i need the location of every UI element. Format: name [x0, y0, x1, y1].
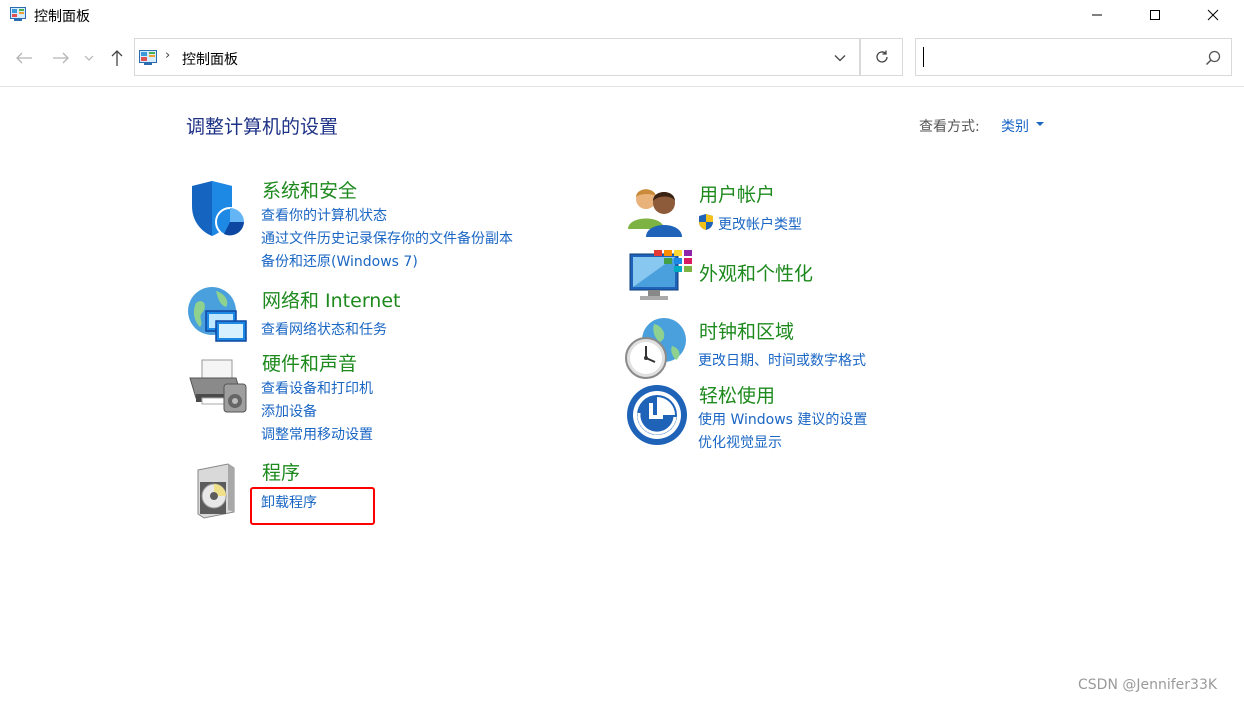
view-by-dropdown[interactable]: 类别 [1001, 116, 1029, 136]
category-network-internet[interactable]: 网络和 Internet [262, 286, 400, 313]
shield-icon[interactable] [186, 178, 250, 242]
link-view-computer-status[interactable]: 查看你的计算机状态 [261, 205, 387, 225]
title-bar: 控制面板 [0, 0, 1244, 30]
minimize-button[interactable] [1068, 0, 1126, 30]
dropdown-arrow-icon[interactable] [1036, 122, 1044, 126]
watermark-text: CSDN @Jennifer33K [1078, 677, 1218, 693]
link-date-time-format[interactable]: 更改日期、时间或数字格式 [698, 350, 866, 370]
programs-disc-icon[interactable] [190, 460, 254, 524]
arrow-right-icon [53, 52, 69, 64]
control-panel-icon [139, 50, 157, 65]
users-icon[interactable] [626, 183, 690, 247]
view-by-label: 查看方式: [919, 119, 980, 135]
link-file-history-backup[interactable]: 通过文件历史记录保存你的文件备份副本 [261, 228, 513, 248]
maximize-button[interactable] [1126, 0, 1184, 30]
printer-icon[interactable] [186, 354, 250, 418]
monitor-palette-icon[interactable] [628, 248, 692, 312]
network-globe-icon[interactable] [186, 283, 250, 347]
refresh-button[interactable] [860, 38, 903, 76]
close-button[interactable] [1184, 0, 1242, 30]
up-button[interactable] [106, 46, 128, 70]
clock-globe-icon[interactable] [624, 316, 688, 380]
category-ease-of-access[interactable]: 轻松使用 [699, 381, 775, 408]
maximize-icon [1150, 10, 1160, 20]
link-change-account-type[interactable]: 更改帐户类型 [718, 214, 802, 234]
category-hardware-sound[interactable]: 硬件和声音 [262, 349, 357, 376]
link-mobility-settings[interactable]: 调整常用移动设置 [261, 424, 373, 444]
link-windows-suggested-settings[interactable]: 使用 Windows 建议的设置 [698, 409, 867, 429]
forward-button[interactable] [50, 46, 72, 70]
page-title: 调整计算机的设置 [186, 116, 339, 138]
arrow-up-icon [111, 50, 123, 66]
category-programs[interactable]: 程序 [262, 458, 300, 485]
link-add-device[interactable]: 添加设备 [261, 401, 317, 421]
link-network-status-tasks[interactable]: 查看网络状态和任务 [261, 319, 387, 339]
search-input[interactable] [915, 38, 1232, 76]
text-cursor [923, 47, 924, 67]
address-bar[interactable]: › 控制面板 [134, 38, 860, 76]
minimize-icon [1092, 14, 1102, 16]
control-panel-icon [10, 7, 26, 21]
search-icon[interactable] [1204, 49, 1222, 67]
breadcrumb-item-control-panel[interactable]: 控制面板 [182, 49, 238, 69]
close-icon [1207, 9, 1219, 21]
breadcrumb-separator: › [165, 48, 171, 63]
ease-of-access-icon[interactable] [625, 383, 689, 447]
chevron-down-icon [84, 55, 94, 61]
category-system-security[interactable]: 系统和安全 [262, 176, 357, 203]
link-optimize-visual-display[interactable]: 优化视觉显示 [698, 432, 782, 452]
highlight-annotation [250, 487, 375, 525]
uac-shield-icon [699, 214, 713, 230]
arrow-left-icon [16, 52, 32, 64]
chevron-down-icon [834, 55, 846, 62]
category-user-accounts[interactable]: 用户帐户 [699, 180, 775, 207]
category-appearance[interactable]: 外观和个性化 [699, 259, 813, 286]
category-clock-region[interactable]: 时钟和区域 [699, 317, 794, 344]
address-dropdown-button[interactable] [829, 49, 851, 67]
recent-locations-button[interactable] [82, 46, 96, 70]
link-devices-printers[interactable]: 查看设备和打印机 [261, 378, 373, 398]
window-title: 控制面板 [34, 9, 90, 25]
refresh-icon [875, 50, 888, 63]
link-backup-restore[interactable]: 备份和还原(Windows 7) [261, 251, 418, 271]
toolbar-divider [0, 86, 1244, 87]
back-button[interactable] [13, 46, 35, 70]
